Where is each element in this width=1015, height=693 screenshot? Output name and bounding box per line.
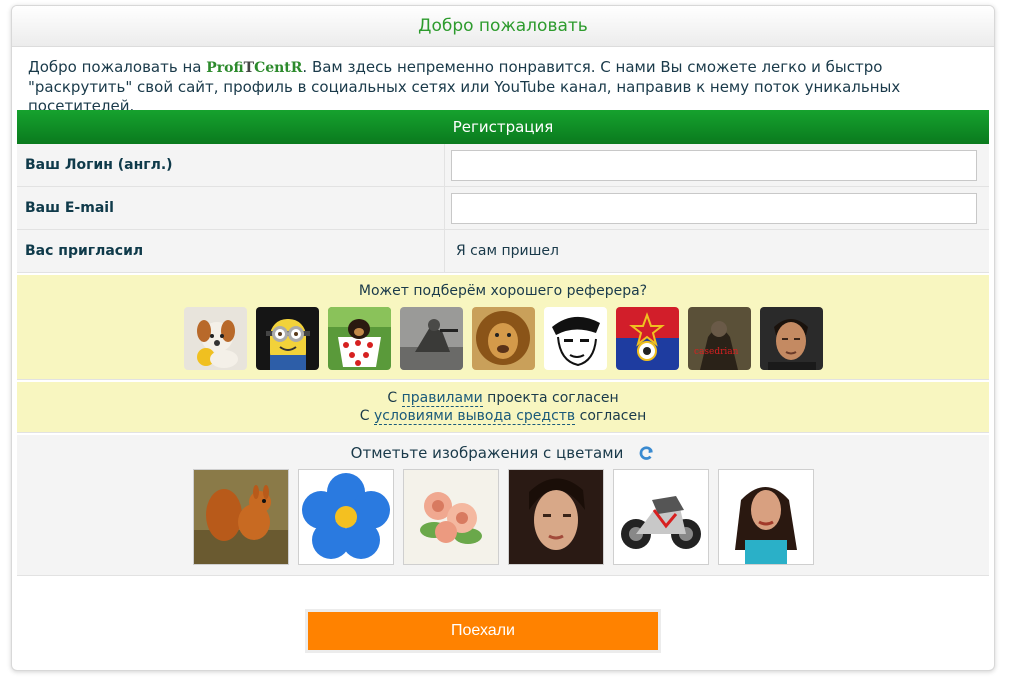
avatar-caption: casedrian xyxy=(694,347,739,357)
rules-line: С правилами проекта согласен xyxy=(387,390,619,407)
panel-title: Добро пожаловать xyxy=(12,6,994,47)
login-label: Ваш Логин (англ.) xyxy=(17,144,445,186)
intro-text: Добро пожаловать на ProfiTCentR. Вам зде… xyxy=(12,47,994,115)
sketch-face-avatar[interactable] xyxy=(543,307,607,370)
referrer-value: Я сам пришел xyxy=(456,243,559,259)
cska-logo-avatar[interactable] xyxy=(615,307,679,370)
registration-header: Регистрация xyxy=(17,110,989,144)
puppy-cup-avatar[interactable] xyxy=(327,307,391,370)
email-row: Ваш E-mail xyxy=(17,187,989,230)
soldier-avatar[interactable] xyxy=(399,307,463,370)
referrer-picker: Может подберём хорошего реферера? casedr… xyxy=(17,275,989,380)
roses-image[interactable] xyxy=(402,469,499,565)
lion-avatar[interactable] xyxy=(471,307,535,370)
withdraw-terms-link[interactable]: условиями вывода средств xyxy=(373,408,576,425)
minion-avatar[interactable] xyxy=(255,307,319,370)
squirrel-image[interactable] xyxy=(192,469,289,565)
man-portrait-avatar[interactable] xyxy=(759,307,823,370)
captcha-title: Отметьте изображения с цветами xyxy=(350,444,624,462)
email-label: Ваш E-mail xyxy=(17,187,445,229)
rules-link[interactable]: правилами xyxy=(401,390,483,407)
email-input[interactable] xyxy=(451,192,977,224)
agreement-box: С правилами проекта согласен С условиями… xyxy=(17,382,989,433)
referrer-row: Вас пригласил Я сам пришел xyxy=(17,230,989,273)
brand-logo: ProfiTCentR xyxy=(206,60,303,76)
refresh-icon[interactable] xyxy=(637,444,655,462)
blue-flower-image[interactable] xyxy=(297,469,394,565)
withdraw-line: С условиями вывода средств согласен xyxy=(359,408,647,425)
referrer-label: Вас пригласил xyxy=(17,230,445,272)
motorcycle-image[interactable] xyxy=(612,469,709,565)
welcome-panel: Добро пожаловать Добро пожаловать на Pro… xyxy=(11,5,995,671)
login-row: Ваш Логин (англ.) xyxy=(17,144,989,187)
submit-button[interactable]: Поехали xyxy=(305,609,661,653)
dog-avatar[interactable] xyxy=(183,307,247,370)
captcha-box: Отметьте изображения с цветами xyxy=(17,435,989,576)
login-input[interactable] xyxy=(451,149,977,181)
woman-face-image[interactable] xyxy=(507,469,604,565)
warrior-avatar[interactable]: casedrian xyxy=(687,307,751,370)
referrer-picker-title: Может подберём хорошего реферера? xyxy=(358,283,648,299)
registration-form: Регистрация Ваш Логин (англ.) Ваш E-mail… xyxy=(17,110,989,576)
woman-portrait-image[interactable] xyxy=(717,469,814,565)
intro-before: Добро пожаловать на xyxy=(28,58,207,76)
